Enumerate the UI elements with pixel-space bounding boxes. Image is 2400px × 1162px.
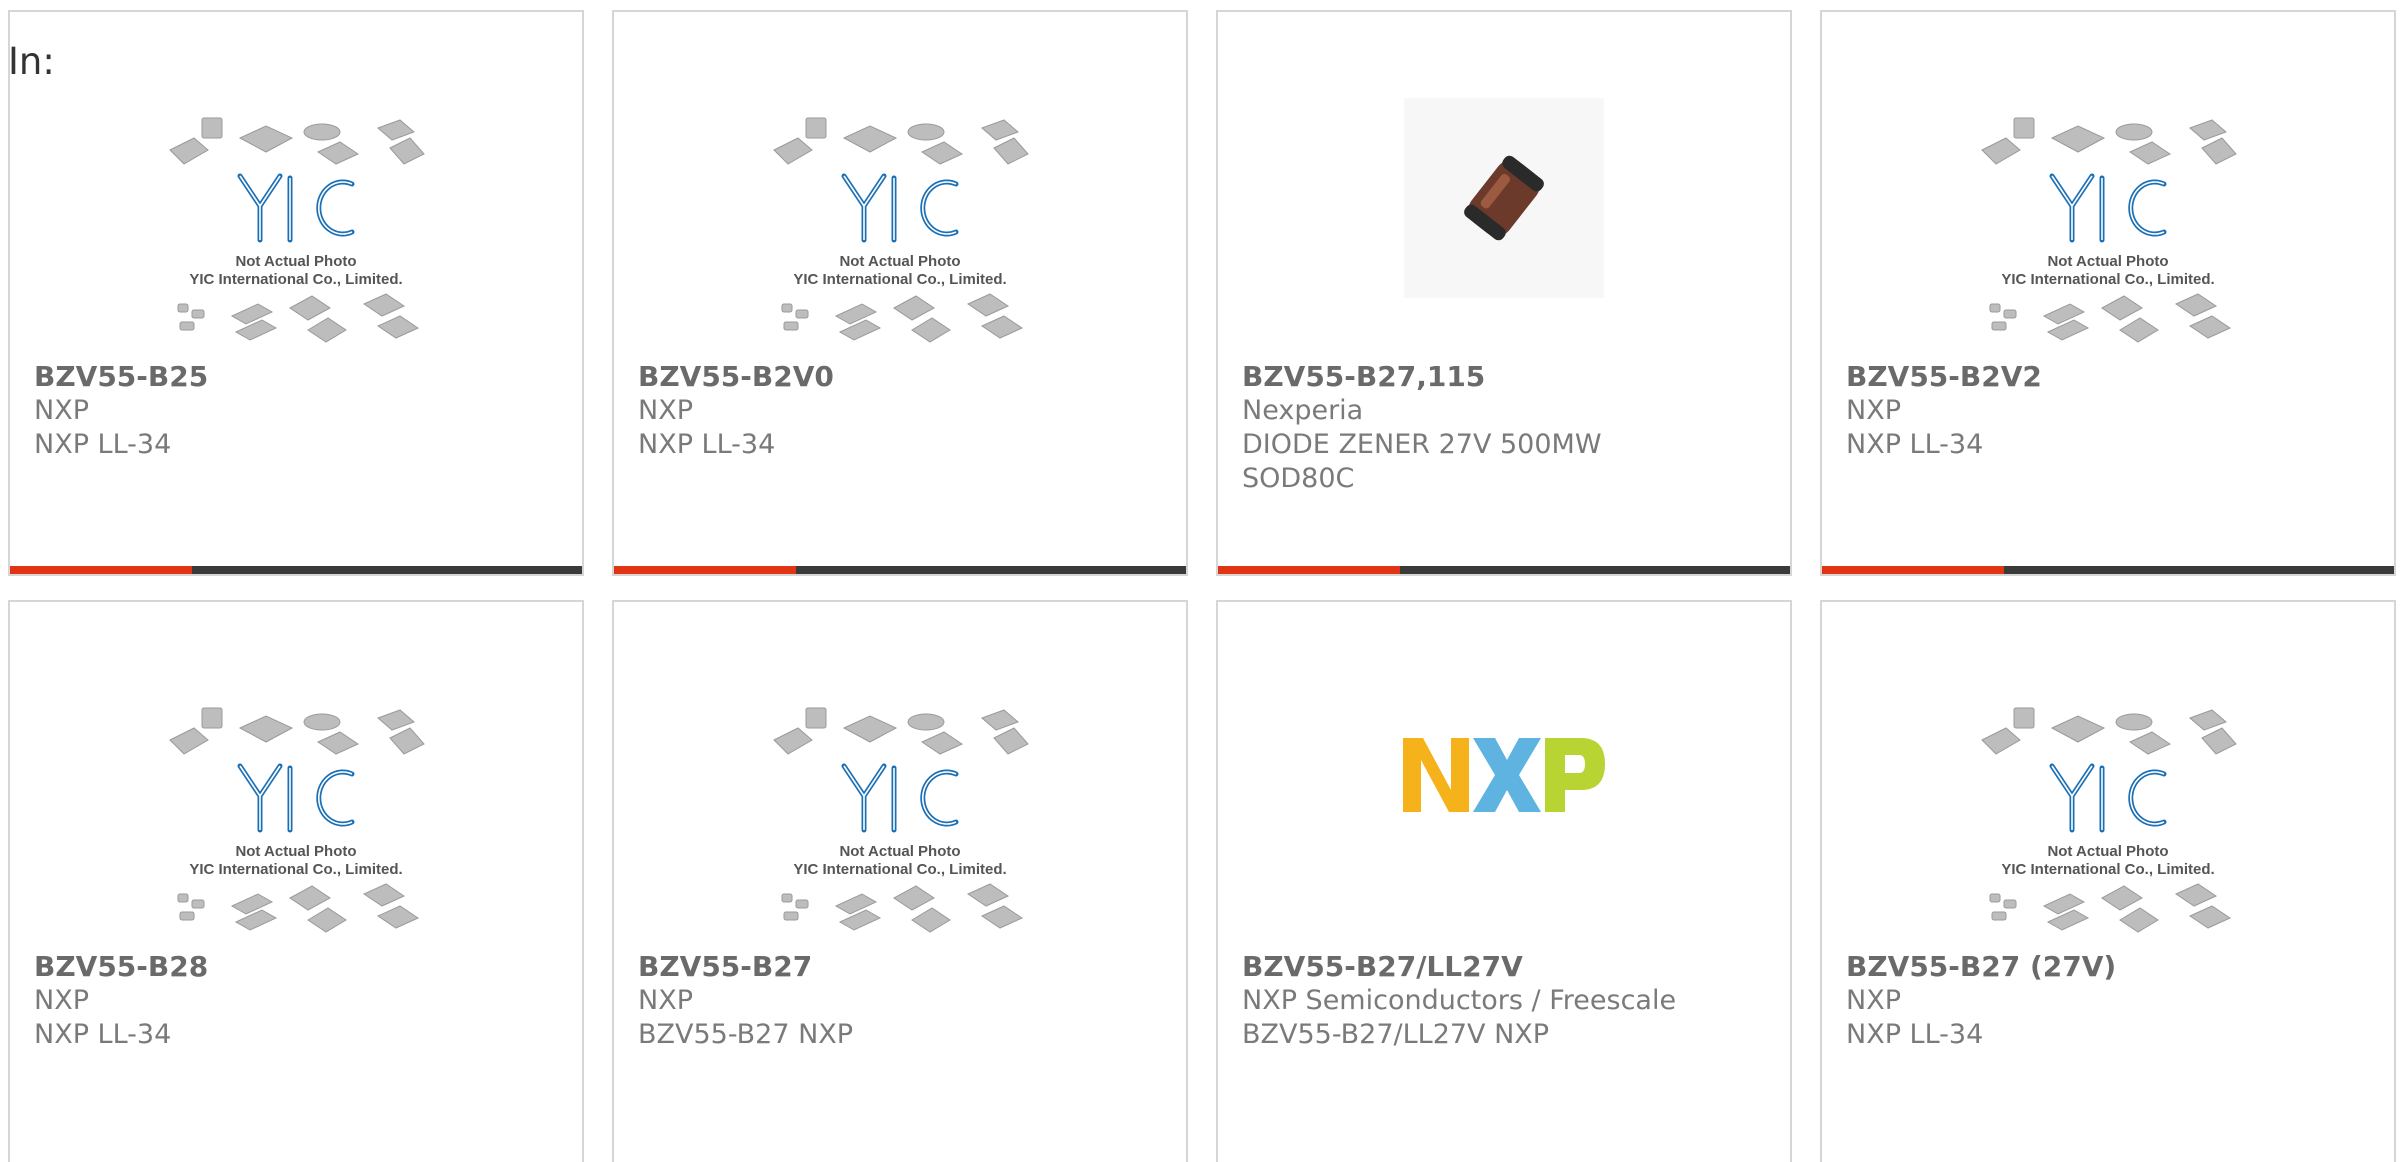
manufacturer: NXP [34, 985, 89, 1016]
description: BZV55-B27/LL27V NXP [1242, 1019, 1550, 1050]
product-card[interactable]: Not Actual Photo YIC International Co., … [8, 10, 584, 576]
diode-photo-icon [1404, 98, 1604, 298]
svg-text:YIC International Co., Limited: YIC International Co., Limited. [189, 271, 402, 288]
product-card[interactable]: Not Actual Photo YIC International Co., … [8, 600, 584, 1162]
part-number-link[interactable]: BZV55-B27/LL27V [1242, 950, 1766, 984]
product-card[interactable]: BZV55-B27/LL27V NXP Semiconductors / Fre… [1216, 600, 1792, 1162]
product-card[interactable]: BZV55-B27,115 Nexperia DIODE ZENER 27V 5… [1216, 10, 1792, 576]
description: BZV55-B27 NXP [638, 1019, 854, 1050]
svg-text:Not Actual Photo: Not Actual Photo [2047, 843, 2168, 860]
manufacturer: Nexperia [1242, 395, 1364, 426]
part-number-link[interactable]: BZV55-B25 [34, 360, 558, 394]
product-info: BZV55-B2V2 NXP NXP LL-34 [1846, 360, 2370, 462]
product-card[interactable]: Not Actual Photo YIC International Co., … [1820, 10, 2396, 576]
in-label: In: [8, 40, 55, 83]
product-info: BZV55-B27,115 Nexperia DIODE ZENER 27V 5… [1242, 360, 1766, 496]
product-card[interactable]: Not Actual Photo YIC International Co., … [1820, 600, 2396, 1162]
description: NXP LL-34 [34, 1019, 172, 1050]
product-image[interactable]: Not Actual Photo YIC International Co., … [10, 688, 582, 948]
part-number-link[interactable]: BZV55-B28 [34, 950, 558, 984]
card-bar-accent [1218, 566, 1400, 574]
card-bar [1822, 566, 2394, 574]
manufacturer: NXP Semiconductors / Freescale [1242, 985, 1677, 1016]
yic-placeholder-icon: Not Actual Photo YIC International Co., … [1981, 117, 2237, 343]
product-image[interactable]: Not Actual Photo YIC International Co., … [10, 98, 582, 358]
part-number-link[interactable]: BZV55-B27 (27V) [1846, 950, 2370, 984]
svg-text:YIC International Co., Limited: YIC International Co., Limited. [2001, 271, 2214, 288]
product-card[interactable]: Not Actual Photo YIC International Co., … [612, 10, 1188, 576]
card-bar [614, 566, 1186, 574]
part-number-link[interactable]: BZV55-B2V2 [1846, 360, 2370, 394]
svg-text:Not Actual Photo: Not Actual Photo [839, 253, 960, 270]
manufacturer: NXP [1846, 395, 1901, 426]
svg-text:YIC International Co., Limited: YIC International Co., Limited. [2001, 861, 2214, 878]
product-image[interactable]: Not Actual Photo YIC International Co., … [614, 688, 1186, 948]
manufacturer: NXP [638, 985, 693, 1016]
yic-placeholder-icon: Not Actual Photo YIC International Co., … [1981, 707, 2237, 933]
svg-text:YIC International Co., Limited: YIC International Co., Limited. [793, 861, 1006, 878]
description: NXP LL-34 [1846, 429, 1984, 460]
card-bar-accent [10, 566, 192, 574]
product-card[interactable]: Not Actual Photo YIC International Co., … [612, 600, 1188, 1162]
nxp-logo-icon [1403, 738, 1605, 812]
part-number-link[interactable]: BZV55-B27,115 [1242, 360, 1766, 394]
product-image[interactable] [1218, 688, 1790, 948]
card-bar-accent [614, 566, 796, 574]
description: NXP LL-34 [1846, 1019, 1984, 1050]
description: NXP LL-34 [638, 429, 776, 460]
product-image[interactable]: Not Actual Photo YIC International Co., … [1822, 688, 2394, 948]
product-image[interactable]: Not Actual Photo YIC International Co., … [614, 98, 1186, 358]
yic-placeholder-icon: Not Actual Photo YIC International Co., … [773, 117, 1029, 343]
description: DIODE ZENER 27V 500MW [1242, 429, 1602, 460]
part-number-link[interactable]: BZV55-B2V0 [638, 360, 1162, 394]
product-info: BZV55-B27 (27V) NXP NXP LL-34 [1846, 950, 2370, 1052]
svg-text:YIC International Co., Limited: YIC International Co., Limited. [189, 861, 402, 878]
yic-placeholder-icon: Not Actual Photo YIC International Co., … [169, 707, 425, 933]
product-info: BZV55-B2V0 NXP NXP LL-34 [638, 360, 1162, 462]
yic-placeholder-icon: Not Actual Photo YIC International Co., … [773, 707, 1029, 933]
card-bar [1218, 566, 1790, 574]
manufacturer: NXP [34, 395, 89, 426]
card-bar-accent [1822, 566, 2004, 574]
product-info: BZV55-B25 NXP NXP LL-34 [34, 360, 558, 462]
product-grid-page: In: Not Actual Photo YIC International C… [0, 0, 2400, 1162]
card-bar [10, 566, 582, 574]
svg-text:Not Actual Photo: Not Actual Photo [2047, 253, 2168, 270]
description-line-2: SOD80C [1242, 463, 1355, 494]
svg-text:Not Actual Photo: Not Actual Photo [235, 253, 356, 270]
manufacturer: NXP [1846, 985, 1901, 1016]
product-info: BZV55-B27 NXP BZV55-B27 NXP [638, 950, 1162, 1052]
svg-text:Not Actual Photo: Not Actual Photo [839, 843, 960, 860]
yic-placeholder-icon: Not Actual Photo YIC International Co., … [169, 117, 425, 343]
product-info: BZV55-B28 NXP NXP LL-34 [34, 950, 558, 1052]
part-number-link[interactable]: BZV55-B27 [638, 950, 1162, 984]
svg-text:Not Actual Photo: Not Actual Photo [235, 843, 356, 860]
product-image[interactable]: Not Actual Photo YIC International Co., … [1822, 98, 2394, 358]
manufacturer: NXP [638, 395, 693, 426]
svg-text:YIC International Co., Limited: YIC International Co., Limited. [793, 271, 1006, 288]
description: NXP LL-34 [34, 429, 172, 460]
product-image[interactable] [1218, 98, 1790, 358]
product-info: BZV55-B27/LL27V NXP Semiconductors / Fre… [1242, 950, 1766, 1052]
